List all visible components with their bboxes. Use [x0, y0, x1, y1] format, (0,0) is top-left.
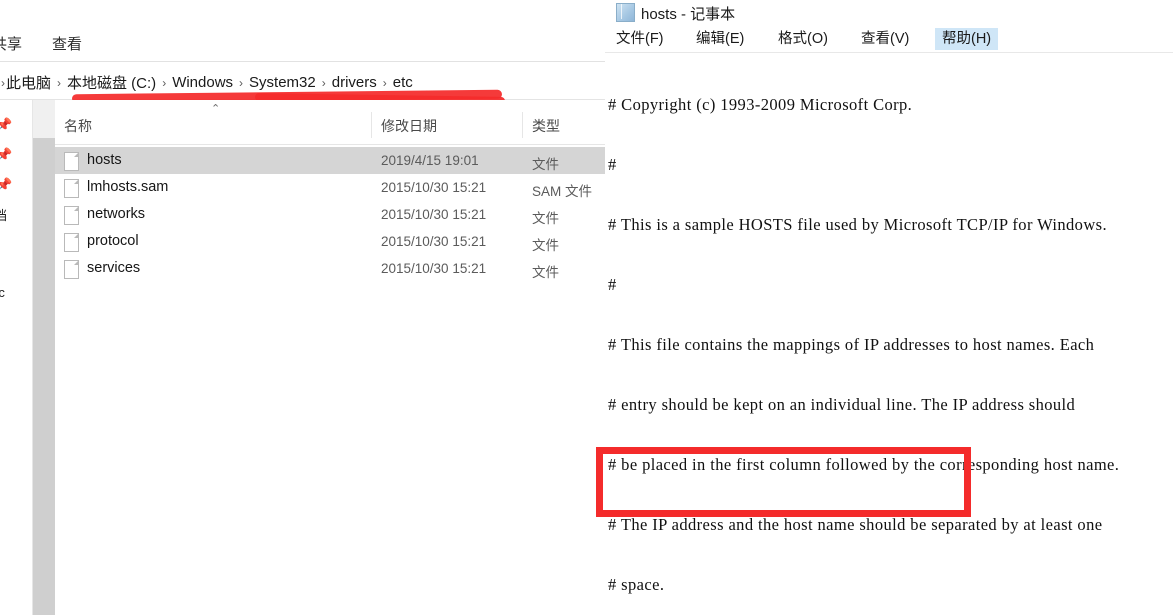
file-name[interactable]: protocol [87, 233, 139, 249]
nav-item-label-partial-2[interactable]: rc [0, 285, 5, 300]
file-list-column-headers: 名称 修改日期 类型 [55, 108, 605, 145]
column-header-date-modified[interactable]: 修改日期 [381, 116, 437, 136]
file-icon [64, 206, 79, 225]
table-row[interactable]: services 2015/10/30 15:21 文件 [55, 255, 605, 282]
nav-pane-scrollbar-thumb[interactable] [33, 100, 55, 138]
file-icon [64, 152, 79, 171]
file-name[interactable]: networks [87, 206, 145, 222]
chevron-right-icon: › [321, 75, 326, 90]
table-row[interactable]: protocol 2015/10/30 15:21 文件 [55, 228, 605, 255]
notepad-window: hosts - 记事本 文件(F) 编辑(E) 格式(O) 查看(V) 帮助(H… [605, 0, 1173, 615]
text-line: # [608, 155, 617, 174]
breadcrumb-item-drivers[interactable]: drivers [327, 74, 382, 91]
table-row[interactable]: lmhosts.sam 2015/10/30 15:21 SAM 文件 [55, 174, 605, 201]
nav-pane-scrollbar[interactable] [33, 100, 55, 615]
menu-bar-divider [605, 52, 1173, 53]
file-icon [64, 260, 79, 279]
text-line: # The IP address and the host name shoul… [608, 515, 1103, 534]
ribbon-tab-share[interactable]: 共享 [0, 33, 22, 54]
file-explorer-window: 共享 查看 › 此电脑 › 本地磁盘 (C:) › Windows › Syst… [0, 0, 605, 615]
file-type: SAM 文件 [532, 184, 593, 199]
file-date-modified: 2015/10/30 15:21 [381, 180, 487, 195]
ribbon-divider [0, 61, 605, 62]
text-line: # Copyright (c) 1993-2009 Microsoft Corp… [608, 95, 913, 114]
file-type: 文件 [532, 265, 559, 280]
menu-item-file[interactable]: 文件(F) [609, 28, 671, 50]
notepad-text-area[interactable]: # Copyright (c) 1993-2009 Microsoft Corp… [608, 55, 1173, 615]
notepad-menu-bar: 文件(F) 编辑(E) 格式(O) 查看(V) 帮助(H) [605, 28, 1173, 52]
file-type: 文件 [532, 211, 559, 226]
menu-item-view[interactable]: 查看(V) [854, 28, 916, 50]
breadcrumb-item-local-disk-c[interactable]: 本地磁盘 (C:) [62, 72, 161, 93]
chevron-right-icon: › [162, 75, 167, 90]
notepad-icon [616, 3, 635, 22]
text-line: # This is a sample HOSTS file used by Mi… [608, 215, 1107, 234]
menu-item-help[interactable]: 帮助(H) [935, 28, 999, 50]
file-date-modified: 2015/10/30 15:21 [381, 234, 487, 249]
breadcrumb-item-this-pc[interactable]: 此电脑 [6, 72, 56, 93]
explorer-ribbon-tabs: 共享 查看 [0, 30, 605, 62]
file-type: 文件 [532, 157, 559, 172]
chevron-right-icon: › [239, 75, 244, 90]
notepad-title-bar[interactable]: hosts - 记事本 [605, 0, 1173, 25]
pin-icon[interactable]: 📌 [0, 178, 12, 192]
breadcrumb-item-etc[interactable]: etc [388, 74, 418, 91]
table-row[interactable]: networks 2015/10/30 15:21 文件 [55, 201, 605, 228]
file-list-pane[interactable]: ⌃ 名称 修改日期 类型 hosts 2019/4/15 19:01 文件 lm… [55, 100, 605, 615]
menu-item-format[interactable]: 格式(O) [771, 28, 835, 50]
navigation-pane[interactable]: 📌 📌 📌 档 rc [0, 100, 32, 615]
file-name[interactable]: hosts [87, 152, 122, 168]
column-divider[interactable] [522, 112, 523, 138]
text-line: # This file contains the mappings of IP … [608, 335, 1095, 354]
text-line: # entry should be kept on an individual … [608, 395, 1076, 414]
file-icon [64, 233, 79, 252]
table-row[interactable]: hosts 2019/4/15 19:01 文件 [55, 147, 605, 174]
file-date-modified: 2015/10/30 15:21 [381, 207, 487, 222]
breadcrumb-item-system32[interactable]: System32 [244, 74, 321, 91]
file-date-modified: 2015/10/30 15:21 [381, 261, 487, 276]
file-name[interactable]: lmhosts.sam [87, 179, 168, 195]
column-divider[interactable] [371, 112, 372, 138]
menu-item-edit[interactable]: 编辑(E) [689, 28, 751, 50]
pin-icon[interactable]: 📌 [0, 118, 12, 132]
file-icon [64, 179, 79, 198]
text-line: # space. [608, 575, 665, 594]
text-line: # be placed in the first column followed… [608, 455, 1120, 474]
breadcrumb[interactable]: › 此电脑 › 本地磁盘 (C:) › Windows › System32 ›… [0, 72, 418, 93]
ribbon-tab-view[interactable]: 查看 [52, 33, 82, 54]
chevron-right-icon: › [57, 75, 62, 90]
text-line: # [608, 275, 617, 294]
chevron-right-icon: › [1, 75, 5, 90]
file-date-modified: 2019/4/15 19:01 [381, 153, 479, 168]
window-title: hosts - 记事本 [641, 6, 736, 23]
nav-item-label-partial-1[interactable]: 档 [0, 205, 7, 224]
column-header-name[interactable]: 名称 [64, 116, 92, 136]
file-type: 文件 [532, 238, 559, 253]
file-name[interactable]: services [87, 260, 140, 276]
column-header-type[interactable]: 类型 [532, 116, 560, 136]
breadcrumb-item-windows[interactable]: Windows [167, 74, 238, 91]
chevron-right-icon: › [382, 75, 387, 90]
pin-icon[interactable]: 📌 [0, 148, 12, 162]
